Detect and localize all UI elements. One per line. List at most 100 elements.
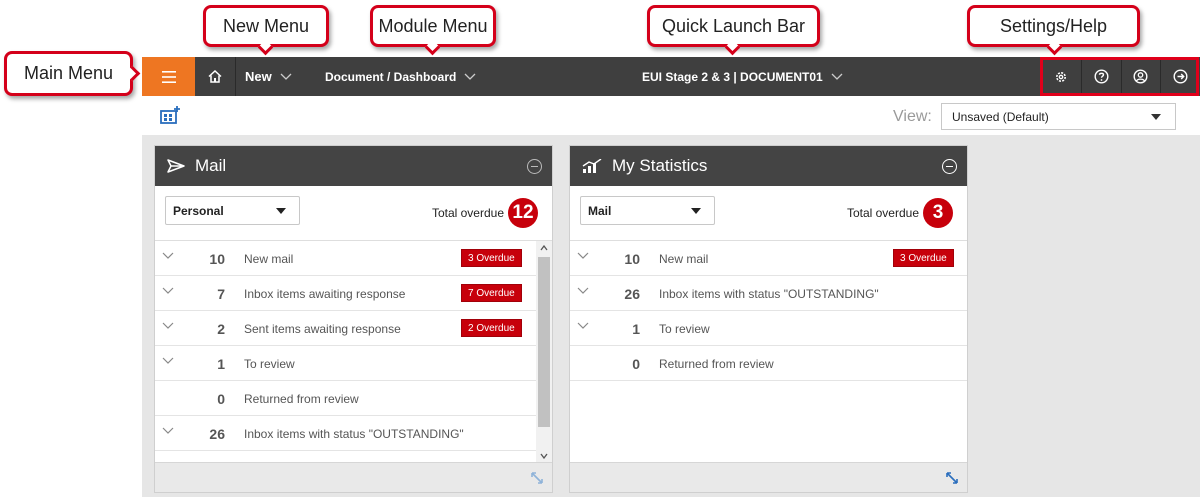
quick-launch-button[interactable]: EUI Stage 2 & 3 | DOCUMENT01 <box>642 57 843 96</box>
stats-rows: 10 New mail 3 Overdue 26 Inbox items wit… <box>570 241 967 463</box>
row-count: 0 <box>632 356 640 372</box>
callout-settings-help-text: Settings/Help <box>999 15 1108 36</box>
table-row[interactable]: 1 To review <box>155 346 552 381</box>
total-overdue-label: Total overdue <box>846 206 919 220</box>
panel-title: Mail <box>195 156 227 175</box>
main-menu-button[interactable] <box>142 57 195 96</box>
mail-filter-value: Personal <box>173 203 224 218</box>
table-row[interactable]: 0 Returned from review <box>570 346 967 381</box>
callout-main-menu-text: Main Menu <box>23 63 114 83</box>
row-count: 2 <box>217 321 225 337</box>
filter-row: Mail Total overdue 3 <box>570 186 967 241</box>
row-count: 1 <box>632 321 640 337</box>
row-label: New mail <box>244 252 294 266</box>
module-menu-label: Document / Dashboard <box>325 69 457 84</box>
caret-down-icon <box>276 208 286 214</box>
module-menu-button[interactable]: Document / Dashboard <box>325 57 476 96</box>
help-icon <box>1094 69 1109 84</box>
chevron-down-icon <box>831 73 843 80</box>
overdue-badge[interactable]: 3 Overdue <box>461 249 522 267</box>
chevron-down-icon[interactable] <box>162 427 174 434</box>
chevron-down-icon[interactable] <box>577 287 589 294</box>
user-profile-button[interactable] <box>1120 57 1161 96</box>
table-row[interactable]: 10 New mail 3 Overdue <box>570 241 967 276</box>
top-bar: New Document / Dashboard EUI Stage 2 & 3… <box>142 57 1200 96</box>
chevron-down-icon[interactable] <box>577 252 589 259</box>
mail-filter-select[interactable]: Personal <box>165 196 300 225</box>
new-menu-button[interactable]: New <box>237 57 292 96</box>
panel-footer <box>570 462 967 492</box>
table-row[interactable]: 7 Inbox items awaiting response 7 Overdu… <box>155 276 552 311</box>
view-select-value: Unsaved (Default) <box>952 109 1049 124</box>
collapse-icon[interactable] <box>942 159 957 174</box>
stats-filter-select[interactable]: Mail <box>580 196 715 225</box>
panel-header: Mail <box>155 146 552 186</box>
view-label: View: <box>893 108 932 125</box>
stats-filter-value: Mail <box>588 203 612 218</box>
home-icon <box>208 70 222 83</box>
collapse-icon[interactable] <box>527 159 542 174</box>
row-count: 26 <box>209 426 225 442</box>
row-count: 7 <box>217 286 225 302</box>
overdue-badge[interactable]: 3 Overdue <box>893 249 954 267</box>
chevron-down-icon[interactable] <box>162 252 174 259</box>
mail-rows: 10 New mail 3 Overdue 7 Inbox items awai… <box>155 241 552 463</box>
quick-launch-label: EUI Stage 2 & 3 | DOCUMENT01 <box>642 69 823 84</box>
table-row[interactable]: 26 Inbox items with status "OUTSTANDING" <box>155 416 552 451</box>
chevron-down-icon <box>280 73 292 80</box>
send-icon <box>167 159 185 173</box>
row-label: Returned from review <box>659 357 774 371</box>
user-icon <box>1133 69 1148 84</box>
home-button[interactable] <box>195 57 236 96</box>
hamburger-icon <box>161 70 176 83</box>
add-widget-button[interactable] <box>160 105 182 130</box>
table-row[interactable]: 2 Sent items awaiting response 2 Overdue <box>155 311 552 346</box>
panel-title: My Statistics <box>612 156 708 175</box>
total-overdue-label: Total overdue <box>431 206 504 220</box>
new-menu-label: New <box>245 69 272 84</box>
row-label: To review <box>244 357 295 371</box>
panel-footer <box>155 462 552 492</box>
settings-help-group <box>1041 57 1200 96</box>
callout-new-menu-text: New Menu <box>222 15 310 36</box>
mail-panel: Mail Personal Total overdue 12 10 New ma… <box>154 145 553 493</box>
expand-icon[interactable] <box>530 471 544 485</box>
logout-icon <box>1173 69 1188 84</box>
row-label: Inbox items with status "OUTSTANDING" <box>244 427 464 441</box>
overdue-badge[interactable]: 2 Overdue <box>461 319 522 337</box>
chevron-down-icon[interactable] <box>162 287 174 294</box>
statistics-panel: My Statistics Mail Total overdue 3 10 Ne… <box>569 145 968 493</box>
row-label: New mail <box>659 252 709 266</box>
table-row[interactable]: 1 To review <box>570 311 967 346</box>
row-label: Inbox items awaiting response <box>244 287 406 301</box>
logout-button[interactable] <box>1160 57 1200 96</box>
total-overdue-badge: 12 <box>508 198 538 228</box>
view-select[interactable]: Unsaved (Default) <box>941 103 1176 130</box>
chevron-down-icon[interactable] <box>162 322 174 329</box>
help-button[interactable] <box>1080 57 1121 96</box>
row-count: 0 <box>217 391 225 407</box>
chart-icon <box>582 159 602 173</box>
add-widget-icon <box>160 106 180 124</box>
chevron-up-icon[interactable] <box>540 245 548 251</box>
row-count: 10 <box>209 251 225 267</box>
chevron-down-icon <box>464 73 476 80</box>
caret-down-icon <box>691 208 701 214</box>
callout-module-menu-text: Module Menu <box>378 15 488 36</box>
scrollbar-thumb[interactable] <box>538 257 550 427</box>
row-count: 10 <box>624 251 640 267</box>
filter-row: Personal Total overdue 12 <box>155 186 552 241</box>
gear-icon <box>1056 71 1067 82</box>
settings-button[interactable] <box>1041 57 1081 96</box>
chevron-down-icon[interactable] <box>540 453 548 459</box>
scrollbar[interactable] <box>536 241 552 463</box>
overdue-badge[interactable]: 7 Overdue <box>461 284 522 302</box>
callout-main-menu: Main Menu <box>4 51 133 96</box>
table-row[interactable]: 10 New mail 3 Overdue <box>155 241 552 276</box>
table-row[interactable]: 26 Inbox items with status "OUTSTANDING" <box>570 276 967 311</box>
chevron-down-icon[interactable] <box>577 322 589 329</box>
table-row[interactable]: 0 Returned from review <box>155 381 552 416</box>
panel-header: My Statistics <box>570 146 967 186</box>
expand-icon[interactable] <box>945 471 959 485</box>
chevron-down-icon[interactable] <box>162 357 174 364</box>
